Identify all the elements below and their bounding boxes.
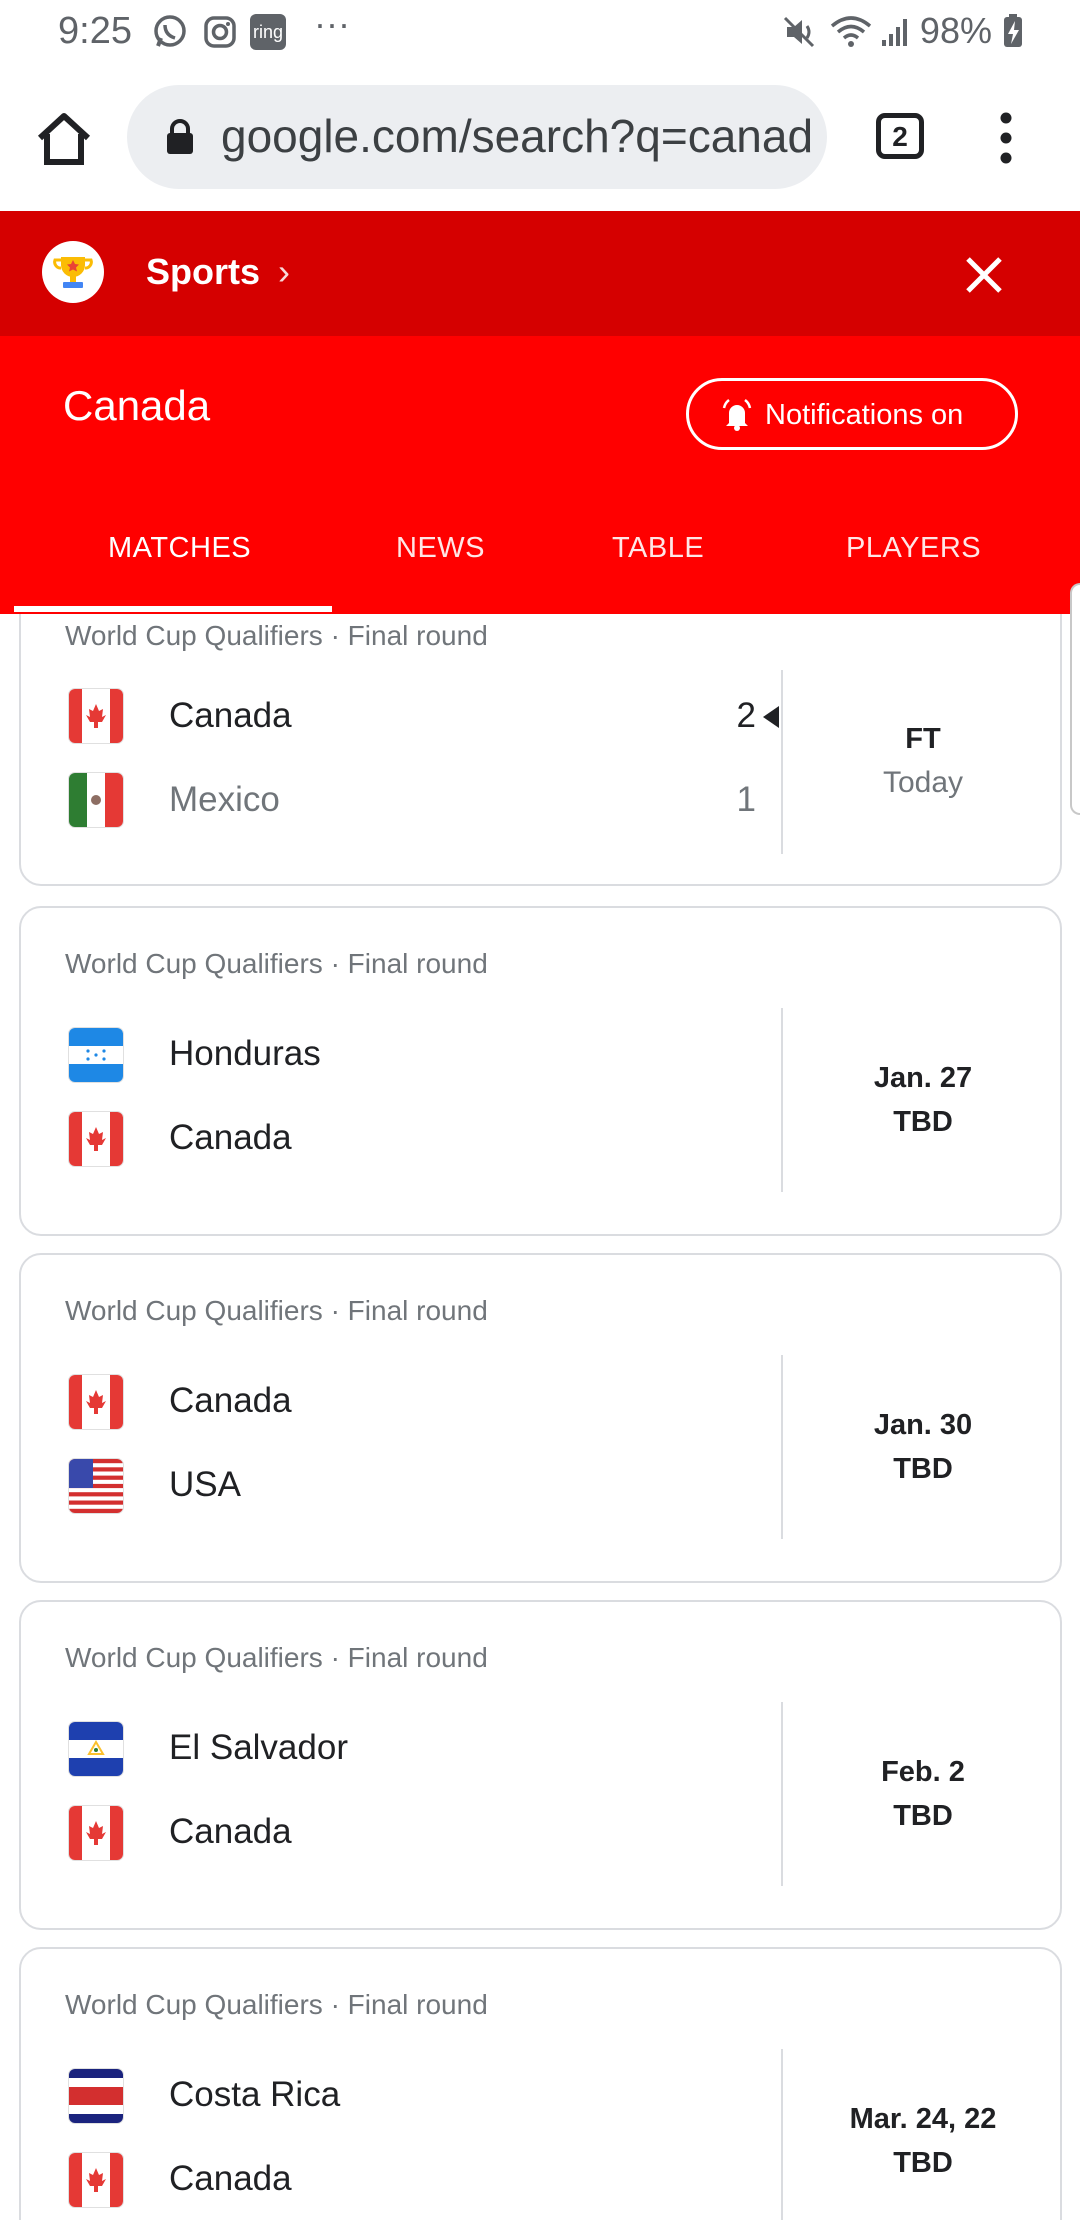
mute-icon xyxy=(782,12,818,52)
team-header: Canada Notifications on MATCHES NEWS TAB… xyxy=(0,336,1080,614)
team-score: 2 xyxy=(736,696,756,735)
match-card[interactable]: World Cup Qualifiers · Final round Canad… xyxy=(19,1253,1062,1583)
canada-flag-icon xyxy=(69,1112,123,1166)
competition-label: World Cup Qualifiers · Final round xyxy=(65,1642,488,1673)
sports-link[interactable]: Sports › xyxy=(146,251,290,293)
match-card[interactable]: World Cup Qualifiers · Final round El Sa… xyxy=(19,1600,1062,1930)
instagram-icon xyxy=(200,12,240,52)
active-tab-indicator xyxy=(14,606,332,612)
lock-icon xyxy=(165,119,195,155)
team-name: USA xyxy=(169,1465,241,1504)
bell-ringing-icon xyxy=(719,397,755,433)
matches-list: World Cup Qualifiers · Final round Canad… xyxy=(0,614,1080,2220)
team-name: Canada xyxy=(169,2159,292,2198)
signal-icon xyxy=(878,12,914,52)
more-dots-icon: ··· xyxy=(314,3,350,44)
side-panel-handle[interactable] xyxy=(1070,583,1080,815)
overflow-menu-icon[interactable] xyxy=(986,110,1026,166)
usa-flag-icon xyxy=(69,1459,123,1513)
tab-switcher-button[interactable]: 2 xyxy=(876,113,924,159)
team-name: Canada xyxy=(169,696,292,735)
team-name: Canada xyxy=(169,1381,292,1420)
competition-label: World Cup Qualifiers · Final round xyxy=(65,1989,488,2020)
competition-label: World Cup Qualifiers · Final round xyxy=(65,1295,488,1326)
team-name: Costa Rica xyxy=(169,2075,341,2114)
el-salvador-flag-icon xyxy=(69,1722,123,1776)
address-bar[interactable]: google.com/search?q=canad xyxy=(127,85,827,189)
competition-label: World Cup Qualifiers · Final round xyxy=(65,620,488,651)
canada-flag-icon xyxy=(69,2153,123,2207)
match-card[interactable]: World Cup Qualifiers · Final round Hondu… xyxy=(19,906,1062,1236)
mexico-flag-icon xyxy=(69,773,123,827)
tab-players[interactable]: PLAYERS xyxy=(846,532,981,565)
costa-rica-flag-icon xyxy=(69,2069,123,2123)
honduras-flag-icon xyxy=(69,1028,123,1082)
close-icon[interactable] xyxy=(960,251,1008,299)
trophy-icon xyxy=(42,241,104,303)
tab-matches[interactable]: MATCHES xyxy=(108,532,251,565)
winner-arrow-icon xyxy=(763,706,779,728)
match-status: Jan. 30 TBD xyxy=(873,1409,973,1485)
team-name: El Salvador xyxy=(169,1728,348,1767)
match-status: Mar. 24, 22 TBD xyxy=(849,2103,997,2179)
home-icon[interactable] xyxy=(32,108,96,172)
team-name: Honduras xyxy=(169,1034,321,1073)
match-status: FT Today xyxy=(882,723,964,799)
tab-news[interactable]: NEWS xyxy=(396,532,485,565)
wifi-icon xyxy=(828,12,874,52)
ring-icon: ring xyxy=(250,14,286,50)
team-title: Canada xyxy=(63,382,211,429)
whatsapp-icon xyxy=(150,12,190,52)
team-name: Canada xyxy=(169,1118,292,1157)
match-status: Feb. 2 TBD xyxy=(881,1756,965,1832)
canada-flag-icon xyxy=(69,1806,123,1860)
status-bar: 9:25 ring ··· 98% xyxy=(0,0,1080,66)
team-score: 1 xyxy=(736,780,756,819)
browser-toolbar: google.com/search?q=canad 2 xyxy=(0,66,1080,211)
battery-level: 98% xyxy=(920,10,1024,52)
url-text: google.com/search?q=canad xyxy=(221,110,811,162)
match-card[interactable]: World Cup Qualifiers · Final round Costa… xyxy=(19,1947,1062,2220)
match-status: Jan. 27 TBD xyxy=(873,1062,973,1138)
notifications-label: Notifications on xyxy=(765,399,964,431)
canada-flag-icon xyxy=(69,689,123,743)
tab-table[interactable]: TABLE xyxy=(612,532,704,565)
sports-header-bar: Sports › xyxy=(0,211,1080,336)
status-time: 9:25 xyxy=(58,10,132,52)
match-card[interactable]: World Cup Qualifiers · Final round Canad… xyxy=(19,614,1062,886)
team-name: Mexico xyxy=(169,780,280,819)
team-name: Canada xyxy=(169,1812,292,1851)
battery-charging-icon xyxy=(1004,14,1022,47)
chevron-right-icon: › xyxy=(278,251,291,292)
notifications-button[interactable]: Notifications on xyxy=(686,378,1018,450)
competition-label: World Cup Qualifiers · Final round xyxy=(65,948,488,979)
canada-flag-icon xyxy=(69,1375,123,1429)
